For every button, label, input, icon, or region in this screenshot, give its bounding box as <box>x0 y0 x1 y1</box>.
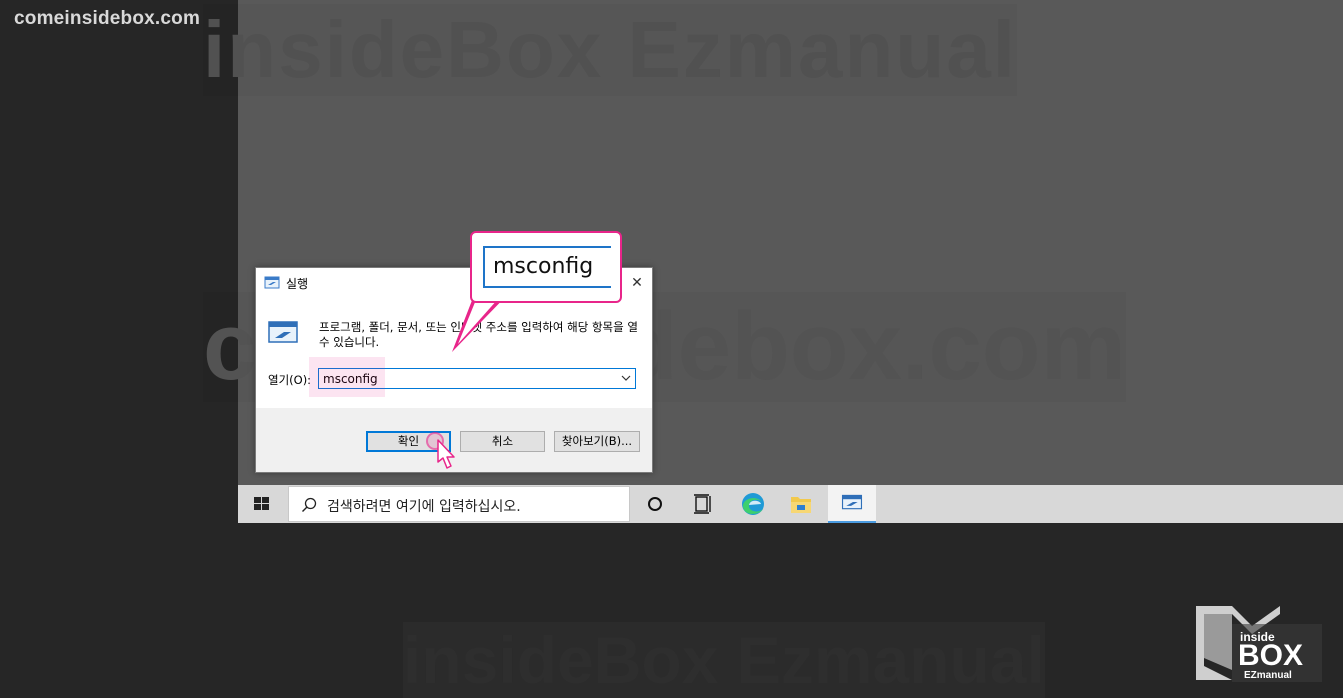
taskbar-run-icon[interactable] <box>828 485 876 523</box>
search-icon <box>302 497 317 512</box>
task-view-icon[interactable] <box>680 485 726 523</box>
annotation-callout: msconfig <box>470 231 622 303</box>
edge-icon[interactable] <box>730 485 776 523</box>
watermark-top: insideBox Ezmanual <box>203 5 1017 94</box>
run-large-icon <box>268 321 298 343</box>
logo-box-text: BOX <box>1238 639 1304 672</box>
cancel-button[interactable]: 취소 <box>460 431 545 452</box>
taskbar-search-box[interactable]: 검색하려면 여기에 입력하십시오. <box>288 486 630 522</box>
open-label: 열기(O): <box>268 373 312 387</box>
close-button[interactable]: ✕ <box>622 268 652 298</box>
search-placeholder: 검색하려면 여기에 입력하십시오. <box>327 499 521 515</box>
mouse-cursor-icon <box>437 439 455 469</box>
watermark-bottom: insideBox Ezmanual <box>403 622 1045 698</box>
windows-start-icon[interactable] <box>238 485 286 523</box>
logo-ez-text: EZmanual <box>1244 670 1292 681</box>
run-icon <box>264 276 280 289</box>
callout-text: msconfig <box>493 254 594 279</box>
dialog-title: 실행 <box>286 277 309 291</box>
callout-input-box: msconfig <box>483 246 611 288</box>
site-watermark: comeinsidebox.com <box>14 8 201 29</box>
chevron-down-icon[interactable] <box>620 371 632 385</box>
cortana-icon[interactable] <box>632 485 678 523</box>
browse-button[interactable]: 찾아보기(B)... <box>554 431 640 452</box>
taskbar: 검색하려면 여기에 입력하십시오. <box>238 485 1343 523</box>
file-explorer-icon[interactable] <box>778 485 824 523</box>
input-highlight <box>309 357 385 397</box>
